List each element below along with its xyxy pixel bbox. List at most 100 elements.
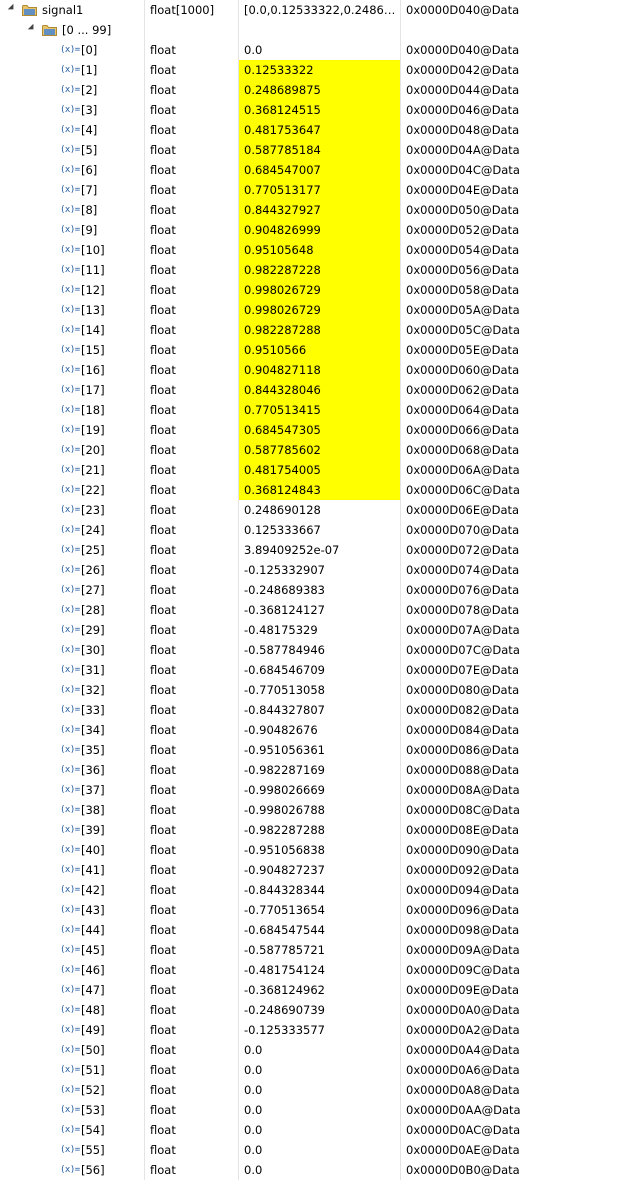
element-value[interactable]: 0.9510566	[238, 340, 400, 360]
tree-row-element[interactable]: (x)= [40] float -0.951056838 0x0000D090@Data	[0, 840, 621, 860]
tree-row-element[interactable]: (x)= [14] float 0.982287288 0x0000D05C@Data	[0, 320, 621, 340]
element-value[interactable]: 0.368124515	[238, 100, 400, 120]
element-value[interactable]: -0.684547544	[238, 920, 400, 940]
element-value[interactable]: 0.481754005	[238, 460, 400, 480]
element-value[interactable]: 0.770513177	[238, 180, 400, 200]
tree-row-element[interactable]: (x)= [5] float 0.587785184 0x0000D04A@Data	[0, 140, 621, 160]
tree-row-element[interactable]: (x)= [49] float -0.125333577 0x0000D0A2@Data	[0, 1020, 621, 1040]
element-value[interactable]: -0.982287169	[238, 760, 400, 780]
tree-row-element[interactable]: (x)= [7] float 0.770513177 0x0000D04E@Data	[0, 180, 621, 200]
element-value[interactable]: -0.844328344	[238, 880, 400, 900]
element-value[interactable]: 0.684547305	[238, 420, 400, 440]
tree-row-element[interactable]: (x)= [16] float 0.904827118 0x0000D060@Data	[0, 360, 621, 380]
element-value[interactable]: 0.684547007	[238, 160, 400, 180]
tree-row-element[interactable]: (x)= [41] float -0.904827237 0x0000D092@Data	[0, 860, 621, 880]
element-value[interactable]: 0.0	[238, 1160, 400, 1180]
tree-row-element[interactable]: (x)= [19] float 0.684547305 0x0000D066@Data	[0, 420, 621, 440]
tree-row-element[interactable]: (x)= [53] float 0.0 0x0000D0AA@Data	[0, 1100, 621, 1120]
element-value[interactable]: -0.951056361	[238, 740, 400, 760]
tree-row-element[interactable]: (x)= [50] float 0.0 0x0000D0A4@Data	[0, 1040, 621, 1060]
tree-row-element[interactable]: (x)= [37] float -0.998026669 0x0000D08A@Data	[0, 780, 621, 800]
element-value[interactable]: 0.12533322	[238, 60, 400, 80]
tree-row-range-group[interactable]: [0 ... 99]	[0, 20, 621, 40]
tree-row-element[interactable]: (x)= [42] float -0.844328344 0x0000D094@Data	[0, 880, 621, 900]
tree-row-element[interactable]: (x)= [48] float -0.248690739 0x0000D0A0@Data	[0, 1000, 621, 1020]
tree-row-signal1[interactable]: signal1 float[1000] [0.0,0.12533322,0.24…	[0, 0, 621, 20]
tree-row-element[interactable]: (x)= [32] float -0.770513058 0x0000D080@Data	[0, 680, 621, 700]
tree-row-element[interactable]: (x)= [25] float 3.89409252e-07 0x0000D072@Da…	[0, 540, 621, 560]
element-value[interactable]: -0.248689383	[238, 580, 400, 600]
tree-row-element[interactable]: (x)= [12] float 0.998026729 0x0000D058@Data	[0, 280, 621, 300]
tree-row-element[interactable]: (x)= [18] float 0.770513415 0x0000D064@Data	[0, 400, 621, 420]
element-value[interactable]: 0.0	[238, 1060, 400, 1080]
element-value[interactable]: -0.368124127	[238, 600, 400, 620]
tree-row-element[interactable]: (x)= [26] float -0.125332907 0x0000D074@Data	[0, 560, 621, 580]
tree-row-element[interactable]: (x)= [35] float -0.951056361 0x0000D086@Data	[0, 740, 621, 760]
tree-row-element[interactable]: (x)= [36] float -0.982287169 0x0000D088@Data	[0, 760, 621, 780]
tree-row-element[interactable]: (x)= [13] float 0.998026729 0x0000D05A@Data	[0, 300, 621, 320]
tree-row-element[interactable]: (x)= [29] float -0.48175329 0x0000D07A@Data	[0, 620, 621, 640]
element-value[interactable]: -0.587784946	[238, 640, 400, 660]
tree-row-element[interactable]: (x)= [2] float 0.248689875 0x0000D044@Data	[0, 80, 621, 100]
element-value[interactable]: 3.89409252e-07	[238, 540, 400, 560]
element-value[interactable]: 0.844328046	[238, 380, 400, 400]
expression-value[interactable]: [0.0,0.12533322,0.248689...	[238, 0, 400, 20]
tree-row-element[interactable]: (x)= [22] float 0.368124843 0x0000D06C@Data	[0, 480, 621, 500]
element-value[interactable]: -0.90482676	[238, 720, 400, 740]
element-value[interactable]: 0.0	[238, 1040, 400, 1060]
tree-row-element[interactable]: (x)= [30] float -0.587784946 0x0000D07C@Data	[0, 640, 621, 660]
element-value[interactable]: -0.125332907	[238, 560, 400, 580]
tree-row-element[interactable]: (x)= [46] float -0.481754124 0x0000D09C@Data	[0, 960, 621, 980]
element-value[interactable]: -0.125333577	[238, 1020, 400, 1040]
tree-row-element[interactable]: (x)= [3] float 0.368124515 0x0000D046@Data	[0, 100, 621, 120]
element-value[interactable]: -0.998026669	[238, 780, 400, 800]
element-value[interactable]: 0.998026729	[238, 280, 400, 300]
element-value[interactable]: 0.248689875	[238, 80, 400, 100]
element-value[interactable]: -0.368124962	[238, 980, 400, 1000]
tree-row-element[interactable]: (x)= [44] float -0.684547544 0x0000D098@Data	[0, 920, 621, 940]
tree-row-element[interactable]: (x)= [0] float 0.0 0x0000D040@Data	[0, 40, 621, 60]
element-value[interactable]: -0.481754124	[238, 960, 400, 980]
tree-row-element[interactable]: (x)= [54] float 0.0 0x0000D0AC@Data	[0, 1120, 621, 1140]
element-value[interactable]: 0.368124843	[238, 480, 400, 500]
element-value[interactable]: 0.982287288	[238, 320, 400, 340]
element-value[interactable]: -0.904827237	[238, 860, 400, 880]
tree-row-element[interactable]: (x)= [56] float 0.0 0x0000D0B0@Data	[0, 1160, 621, 1180]
element-value[interactable]: 0.844327927	[238, 200, 400, 220]
element-value[interactable]: -0.248690739	[238, 1000, 400, 1020]
tree-row-element[interactable]: (x)= [20] float 0.587785602 0x0000D068@Data	[0, 440, 621, 460]
element-value[interactable]: -0.684546709	[238, 660, 400, 680]
element-value[interactable]: -0.770513058	[238, 680, 400, 700]
tree-row-element[interactable]: (x)= [23] float 0.248690128 0x0000D06E@Data	[0, 500, 621, 520]
element-value[interactable]: 0.0	[238, 1140, 400, 1160]
element-value[interactable]: -0.587785721	[238, 940, 400, 960]
element-value[interactable]: 0.770513415	[238, 400, 400, 420]
tree-row-element[interactable]: (x)= [51] float 0.0 0x0000D0A6@Data	[0, 1060, 621, 1080]
tree-row-element[interactable]: (x)= [27] float -0.248689383 0x0000D076@Data	[0, 580, 621, 600]
tree-row-element[interactable]: (x)= [45] float -0.587785721 0x0000D09A@Data	[0, 940, 621, 960]
element-value[interactable]: -0.951056838	[238, 840, 400, 860]
tree-row-element[interactable]: (x)= [52] float 0.0 0x0000D0A8@Data	[0, 1080, 621, 1100]
tree-row-element[interactable]: (x)= [9] float 0.904826999 0x0000D052@Data	[0, 220, 621, 240]
tree-row-element[interactable]: (x)= [10] float 0.95105648 0x0000D054@Data	[0, 240, 621, 260]
element-value[interactable]: -0.982287288	[238, 820, 400, 840]
element-value[interactable]: -0.998026788	[238, 800, 400, 820]
tree-row-element[interactable]: (x)= [1] float 0.12533322 0x0000D042@Data	[0, 60, 621, 80]
tree-row-element[interactable]: (x)= [21] float 0.481754005 0x0000D06A@Data	[0, 460, 621, 480]
tree-row-element[interactable]: (x)= [24] float 0.125333667 0x0000D070@Data	[0, 520, 621, 540]
element-value[interactable]: 0.248690128	[238, 500, 400, 520]
element-value[interactable]: 0.0	[238, 40, 400, 60]
tree-row-element[interactable]: (x)= [31] float -0.684546709 0x0000D07E@Data	[0, 660, 621, 680]
element-value[interactable]: 0.0	[238, 1120, 400, 1140]
element-value[interactable]: 0.481753647	[238, 120, 400, 140]
element-value[interactable]: 0.587785184	[238, 140, 400, 160]
tree-row-element[interactable]: (x)= [17] float 0.844328046 0x0000D062@Data	[0, 380, 621, 400]
tree-row-element[interactable]: (x)= [33] float -0.844327807 0x0000D082@Data	[0, 700, 621, 720]
element-value[interactable]: 0.95105648	[238, 240, 400, 260]
tree-row-element[interactable]: (x)= [55] float 0.0 0x0000D0AE@Data	[0, 1140, 621, 1160]
tree-row-element[interactable]: (x)= [4] float 0.481753647 0x0000D048@Data	[0, 120, 621, 140]
tree-row-element[interactable]: (x)= [39] float -0.982287288 0x0000D08E@Data	[0, 820, 621, 840]
tree-row-element[interactable]: (x)= [6] float 0.684547007 0x0000D04C@Data	[0, 160, 621, 180]
element-value[interactable]: 0.587785602	[238, 440, 400, 460]
element-value[interactable]: 0.904826999	[238, 220, 400, 240]
